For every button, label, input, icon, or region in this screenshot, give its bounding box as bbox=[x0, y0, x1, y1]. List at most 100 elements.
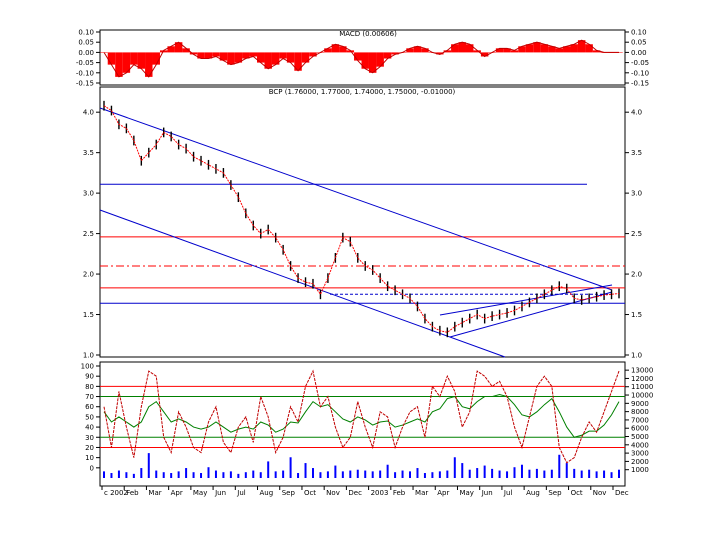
channel-upper-line bbox=[99, 107, 613, 291]
vol-y-tick-label: 13000 bbox=[631, 367, 653, 375]
oscillator-y-ticks-left: 1009080706050403020100 bbox=[81, 363, 100, 472]
macd-y-ticks-left: 0.10 0.05 0.00 -0.05 -0.10 -0.15 bbox=[76, 29, 100, 88]
macd-bar bbox=[458, 42, 466, 53]
osc-y-tick-label: 90 bbox=[85, 373, 94, 381]
macd-y-right-tick-label: -0.10 bbox=[631, 69, 649, 77]
price-level-lines bbox=[100, 183, 625, 304]
channel-rising-upper bbox=[439, 284, 613, 316]
macd-y-right-tick-label: -0.15 bbox=[631, 80, 649, 88]
macd-histogram bbox=[100, 40, 623, 77]
macd-panel: MACD (0.00606) 0.10 0.05 0.00 -0.05 -0.10 -0.… bbox=[76, 29, 649, 88]
price-y-right-tick-label: 1.5 bbox=[631, 311, 642, 319]
price-panel: BCP (1.76000, 1.77000, 1.74000, 1.75000,… bbox=[83, 86, 642, 360]
vol-y-tick-label: 4000 bbox=[631, 441, 649, 449]
macd-title: MACD (0.00606) bbox=[339, 30, 397, 38]
x-tick-label: Sep bbox=[282, 489, 296, 497]
x-tick-label: Feb bbox=[126, 489, 139, 497]
macd-y-tick-label: 0.00 bbox=[78, 49, 94, 57]
x-tick-label: Feb bbox=[393, 489, 406, 497]
macd-bar bbox=[324, 48, 332, 53]
osc-y-tick-label: 50 bbox=[85, 413, 94, 421]
x-tick-label: Nov bbox=[593, 489, 607, 497]
x-tick-label: Oct bbox=[571, 489, 583, 497]
price-y-tick-label: 1.0 bbox=[83, 352, 94, 360]
price-close-line bbox=[103, 105, 620, 333]
x-tick-label: Sep bbox=[548, 489, 562, 497]
vol-y-tick-label: 6000 bbox=[631, 425, 649, 433]
macd-y-tick-label: -0.10 bbox=[76, 69, 94, 77]
price-y-tick-label: 2.5 bbox=[83, 230, 94, 238]
x-tick-label: May bbox=[193, 489, 207, 497]
vol-y-tick-label: 11000 bbox=[631, 383, 653, 391]
macd-y-tick-label: 0.05 bbox=[78, 39, 94, 47]
vol-y-tick-label: 2000 bbox=[631, 458, 649, 466]
price-y-right-tick-label: 3.5 bbox=[631, 149, 642, 157]
osc-y-tick-label: 70 bbox=[85, 393, 94, 401]
oscillator-frame bbox=[99, 361, 626, 487]
price-y-ticks-right: 4.0 3.5 3.0 2.5 2.0 1.5 1.0 bbox=[625, 109, 642, 360]
macd-bar bbox=[533, 42, 541, 53]
price-y-right-tick-label: 4.0 bbox=[631, 109, 642, 117]
macd-bar bbox=[152, 52, 160, 65]
macd-bar bbox=[137, 52, 146, 69]
x-tick-label: 2003 bbox=[371, 489, 389, 497]
vol-y-tick-label: 8000 bbox=[631, 408, 649, 416]
price-y-tick-label: 1.5 bbox=[83, 311, 94, 319]
macd-bar bbox=[465, 44, 474, 53]
macd-y-tick-label: -0.15 bbox=[76, 80, 94, 88]
price-y-tick-label: 3.0 bbox=[83, 190, 94, 198]
macd-y-right-tick-label: 0.05 bbox=[631, 39, 647, 47]
price-y-tick-label: 2.0 bbox=[83, 271, 94, 279]
x-tick-label: c 2002 bbox=[104, 489, 128, 497]
macd-bar bbox=[130, 52, 138, 65]
x-tick-label: Nov bbox=[326, 489, 340, 497]
macd-y-tick-label: 0.10 bbox=[78, 29, 94, 37]
oscillator-line bbox=[103, 369, 620, 464]
macd-bar bbox=[585, 44, 593, 53]
x-tick-label: Dec bbox=[615, 489, 629, 497]
vol-y-tick-label: 10000 bbox=[631, 392, 653, 400]
price-y-tick-label: 3.5 bbox=[83, 149, 94, 157]
price-y-ticks-left: 4.0 3.5 3.0 2.5 2.0 1.5 1.0 bbox=[83, 109, 100, 360]
x-tick-label: Aug bbox=[260, 489, 274, 497]
vol-y-tick-label: 5000 bbox=[631, 433, 649, 441]
macd-bar bbox=[421, 48, 429, 53]
x-tick-label: Jul bbox=[236, 489, 246, 497]
chart-canvas: MACD (0.00606) 0.10 0.05 0.00 -0.05 -0.10 -0.… bbox=[76, 29, 653, 498]
macd-bar bbox=[279, 52, 287, 59]
osc-y-tick-label: 30 bbox=[85, 434, 94, 442]
price-trend-channels bbox=[99, 107, 613, 358]
volume-y-ticks-right: 1300012000110001000090008000700060005000… bbox=[625, 367, 653, 474]
x-tick-label: May bbox=[459, 489, 473, 497]
macd-bar bbox=[495, 48, 504, 53]
price-ohlc-bars bbox=[103, 100, 620, 338]
osc-y-tick-label: 40 bbox=[85, 424, 94, 432]
macd-bar bbox=[451, 44, 459, 53]
volume-bars bbox=[103, 453, 620, 478]
price-title: BCP (1.76000, 1.77000, 1.74000, 1.75000,… bbox=[269, 88, 456, 96]
macd-bar bbox=[249, 52, 258, 57]
vol-y-tick-label: 9000 bbox=[631, 400, 649, 408]
osc-y-tick-label: 10 bbox=[85, 454, 94, 462]
price-y-right-tick-label: 1.0 bbox=[631, 352, 642, 360]
x-axis-month-labels: c 2002Feb Mar Apr May Jun Jul Aug Sep Oct Nov Dec 2… bbox=[101, 486, 629, 497]
price-frame bbox=[99, 86, 626, 358]
price-y-right-tick-label: 3.0 bbox=[631, 190, 642, 198]
macd-bar bbox=[309, 52, 317, 57]
vol-y-tick-label: 12000 bbox=[631, 375, 653, 383]
vol-y-tick-label: 3000 bbox=[631, 450, 649, 458]
macd-y-right-tick-label: -0.05 bbox=[631, 59, 649, 67]
macd-bar bbox=[555, 48, 564, 53]
macd-y-right-tick-label: 0.00 bbox=[631, 49, 647, 57]
x-tick-label: Apr bbox=[437, 489, 449, 497]
x-tick-label: Jun bbox=[481, 489, 493, 497]
osc-y-tick-label: 100 bbox=[81, 363, 94, 371]
osc-y-tick-label: 80 bbox=[85, 383, 94, 391]
x-tick-label: Dec bbox=[348, 489, 362, 497]
x-tick-label: Mar bbox=[415, 489, 428, 497]
x-tick-label: Apr bbox=[171, 489, 183, 497]
osc-y-tick-label: 60 bbox=[85, 403, 94, 411]
price-y-tick-label: 4.0 bbox=[83, 109, 94, 117]
x-tick-label: Jun bbox=[214, 489, 226, 497]
macd-y-ticks-right: 0.10 0.05 0.00 -0.05 -0.10 -0.15 bbox=[625, 29, 649, 88]
